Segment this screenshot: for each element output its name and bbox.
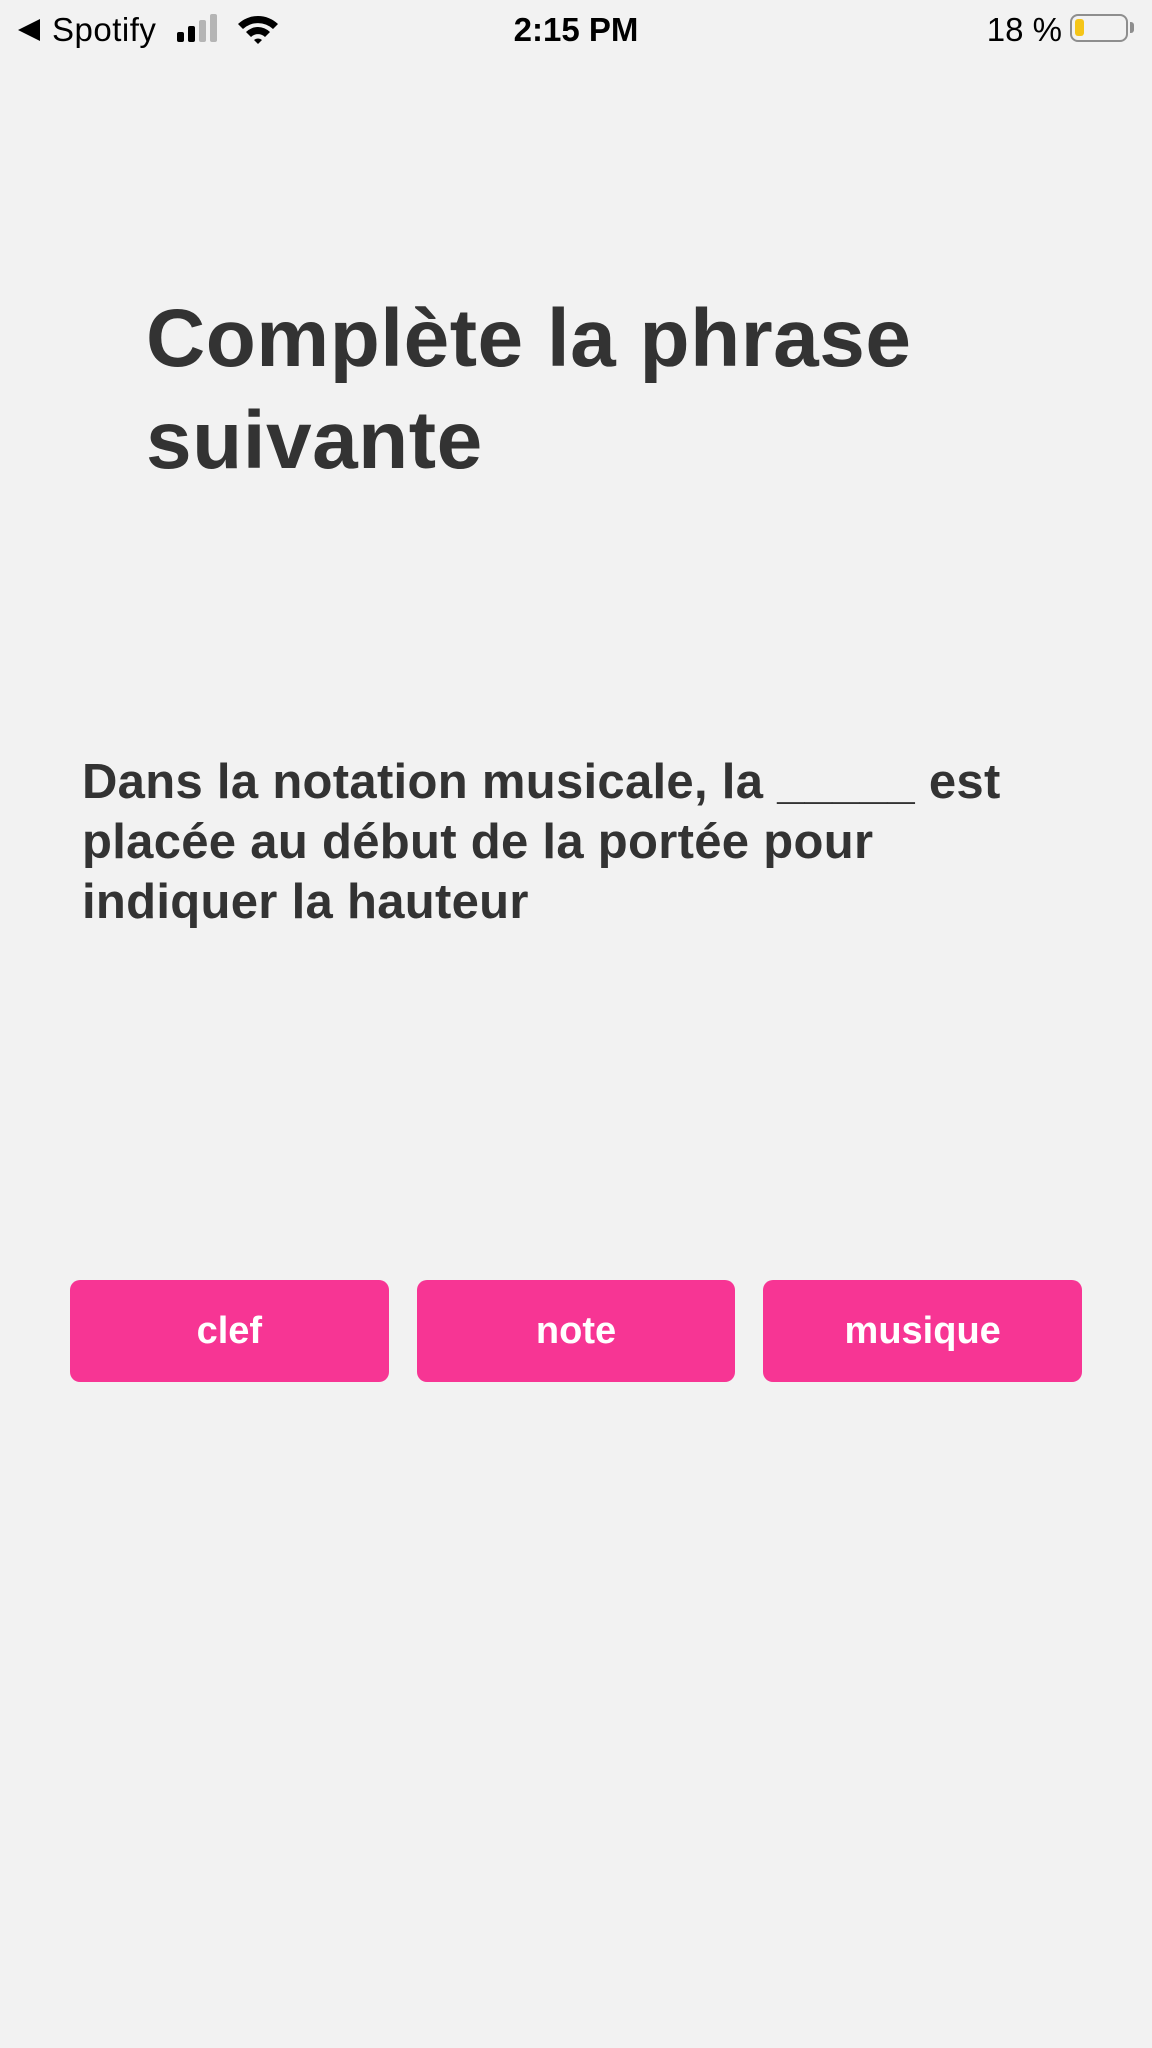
answer-button-note[interactable]: note <box>416 1280 736 1382</box>
answer-button-musique[interactable]: musique <box>763 1280 1083 1382</box>
page-title: Complète la phrase suivante <box>146 293 912 486</box>
battery-percentage: 18 % <box>986 11 1062 48</box>
answer-button-clef[interactable]: clef <box>70 1280 389 1382</box>
battery-icon <box>1070 14 1128 42</box>
battery-level-fill <box>1075 19 1084 36</box>
status-time: 2:15 PM <box>513 11 639 48</box>
battery-terminal <box>1130 22 1134 33</box>
question-text: Dans la notation musicale, la _____ est … <box>82 755 1001 929</box>
status-bar: Spotify 2:15 PM 18 % <box>0 0 1152 60</box>
answer-options: clef note musique <box>70 1280 1083 1382</box>
